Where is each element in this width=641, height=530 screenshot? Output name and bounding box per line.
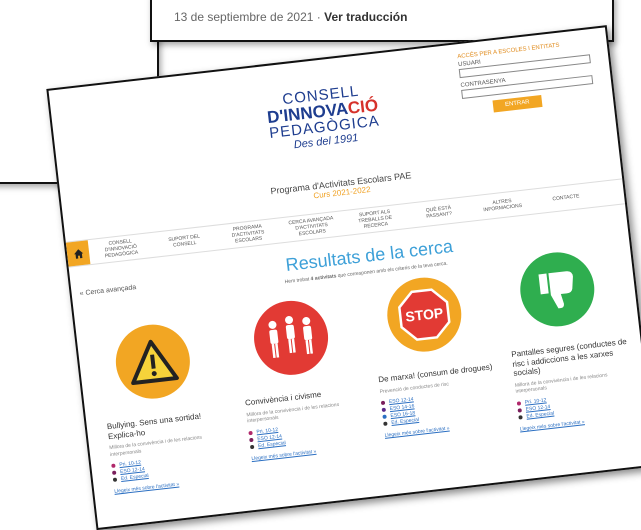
level-dot	[516, 401, 522, 406]
stop-sign-icon[interactable]: STOP	[383, 273, 466, 356]
warning-icon[interactable]	[111, 320, 194, 403]
level-dot	[112, 470, 117, 476]
activity-card-de-marxa: STOP De marxa! (consum de drogues) Preve…	[367, 270, 504, 439]
site-logo[interactable]: CONSELL D'INNOVACIÓ PEDAGÒGICA Des del 1…	[240, 79, 406, 157]
level-dot	[249, 444, 255, 449]
level-dot	[111, 463, 116, 469]
nav-item-consell[interactable]: CONSELL D'INNOVACIÓ PEDAGÒGICA	[88, 236, 154, 261]
photo-of-webpage: ACCÉS PER A ESCOLES I ENTITATS USUARI CO…	[46, 25, 641, 530]
level-dot	[517, 408, 522, 413]
level-dot	[112, 477, 118, 483]
level-dot	[383, 421, 388, 427]
nav-item-suport[interactable]: SUPORT DEL CONSELL	[152, 232, 217, 251]
activity-card-bullying: Bullying. Sens una sortida! Explica-ho M…	[96, 317, 234, 495]
home-button[interactable]	[65, 240, 91, 267]
results-count: 4 activitats	[310, 273, 337, 283]
login-box: ACCÉS PER A ESCOLES I ENTITATS USUARI CO…	[457, 38, 603, 115]
people-icon[interactable]	[250, 296, 333, 379]
level-dot	[248, 430, 253, 435]
nav-item-cerca[interactable]: CERCA AVANÇADA D'ACTIVITATS ESCOLARS	[279, 214, 345, 239]
results-subtitle-pre: Hem trobat	[284, 276, 312, 286]
nav-item-recerca[interactable]: SUPORT ALS TREBALLS DE RECERCA	[342, 207, 408, 232]
level-dot	[380, 400, 386, 406]
level-dot	[382, 414, 387, 420]
nav-item-altres[interactable]: ALTRES INFORMACIONS	[470, 195, 535, 214]
level-dot	[249, 437, 254, 442]
nav-item-contacte[interactable]: CONTACTE	[534, 191, 598, 204]
nav-item-que-passa[interactable]: QUÈ ESTÀ PASSANT?	[406, 203, 471, 222]
activity-card-pantalles: Pantalles segures (conductes de risc i a…	[500, 245, 639, 432]
enter-button[interactable]: ENTRAR	[492, 95, 543, 113]
post-date: 13 de septiembre de 2021	[174, 10, 314, 24]
nav-item-programa[interactable]: PROGRAMA D'ACTIVITATS ESCOLARS	[215, 221, 281, 246]
level-dot	[518, 414, 523, 420]
level-dot	[381, 407, 387, 413]
translate-link[interactable]: Ver traducción	[324, 10, 407, 24]
caption-separator: ·	[313, 10, 325, 24]
home-icon	[73, 248, 83, 259]
thumbs-down-icon[interactable]	[516, 248, 599, 331]
activity-card-convivencia: Convivència i civisme Millora de la conv…	[234, 294, 371, 462]
back-to-advanced-search[interactable]: « Cerca avançada	[79, 284, 136, 297]
post-caption: 13 de septiembre de 2021 · Ver traducció…	[174, 10, 407, 24]
